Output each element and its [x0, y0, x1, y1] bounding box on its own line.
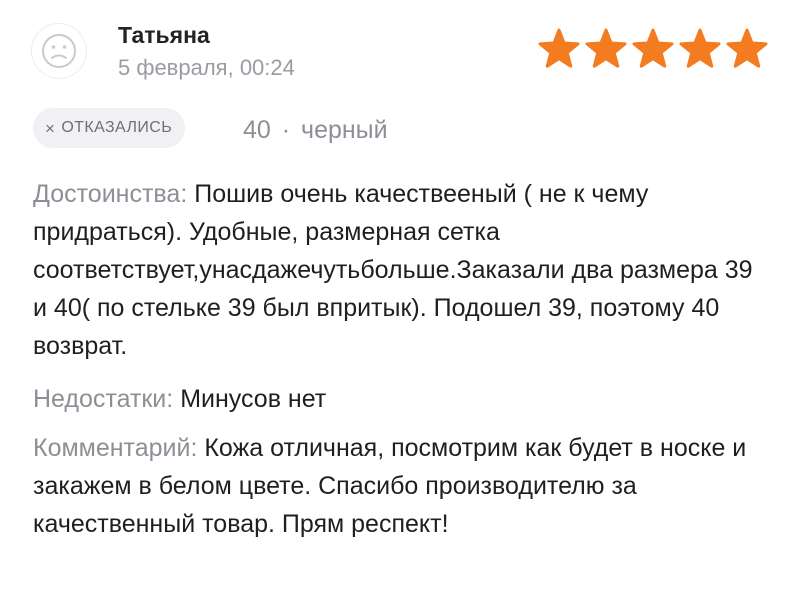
- author-name: Татьяна: [118, 22, 210, 48]
- variant-separator: ·: [281, 116, 291, 144]
- cons-label: Недостатки:: [33, 385, 174, 413]
- status-label: ОТКАЗАЛИСЬ: [61, 119, 173, 136]
- star-icon: [726, 28, 768, 70]
- status-badge: × ОТКАЗАЛИСЬ: [33, 108, 186, 148]
- review-date: 5 февраля, 00:24: [118, 55, 295, 80]
- star-icon: [538, 28, 580, 70]
- review-card: Татьяна 5 февраля, 00:24 × ОТКАЗАЛИСЬ 40…: [0, 0, 800, 590]
- cons-section: Недостатки: Минусов нет: [33, 380, 763, 418]
- close-icon: ×: [45, 118, 56, 138]
- pros-section: Достоинства: Пошив очень качествееный ( …: [33, 175, 763, 365]
- user-face-icon: [42, 34, 76, 68]
- star-icon: [679, 28, 721, 70]
- star-icon: [632, 28, 674, 70]
- comment-section: Комментарий: Кожа отличная, посмотрим ка…: [33, 429, 763, 543]
- variant-info: 40 · черный: [243, 116, 388, 145]
- pros-label: Достоинства:: [33, 180, 188, 208]
- cons-text: Минусов нет: [180, 385, 327, 413]
- star-rating: [538, 28, 768, 70]
- variant-size: 40: [243, 116, 271, 144]
- comment-label: Комментарий:: [33, 434, 198, 462]
- avatar: [32, 24, 86, 78]
- star-icon: [585, 28, 627, 70]
- variant-color: черный: [301, 116, 388, 144]
